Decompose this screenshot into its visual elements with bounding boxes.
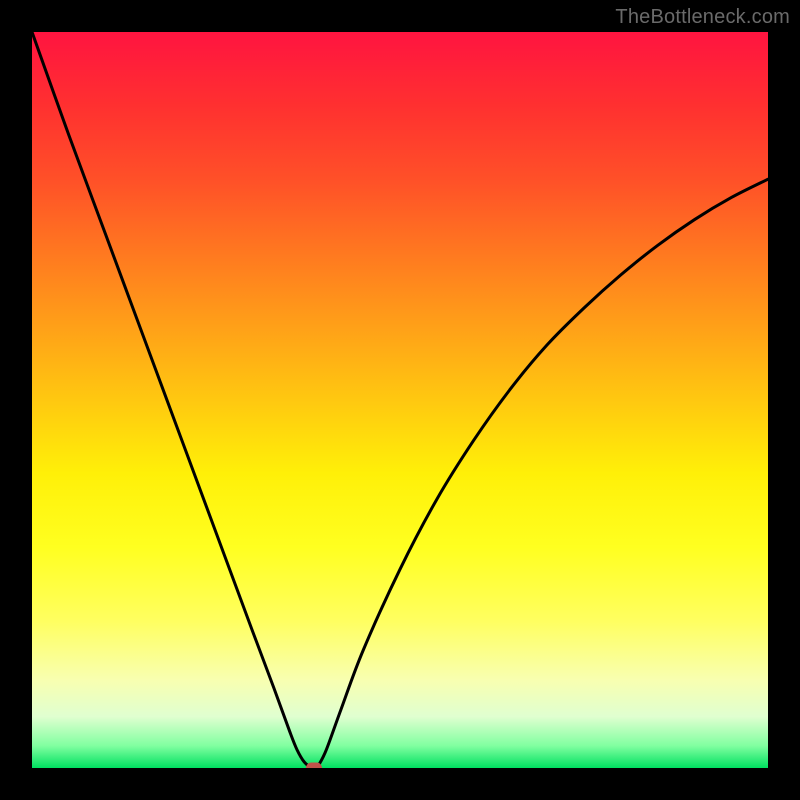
frame <box>0 768 800 800</box>
chart-plot-area <box>32 32 768 768</box>
curve-svg <box>32 32 768 768</box>
frame <box>768 0 800 800</box>
bottleneck-curve <box>32 32 768 768</box>
attribution-text: TheBottleneck.com <box>615 6 790 29</box>
frame <box>0 0 32 800</box>
